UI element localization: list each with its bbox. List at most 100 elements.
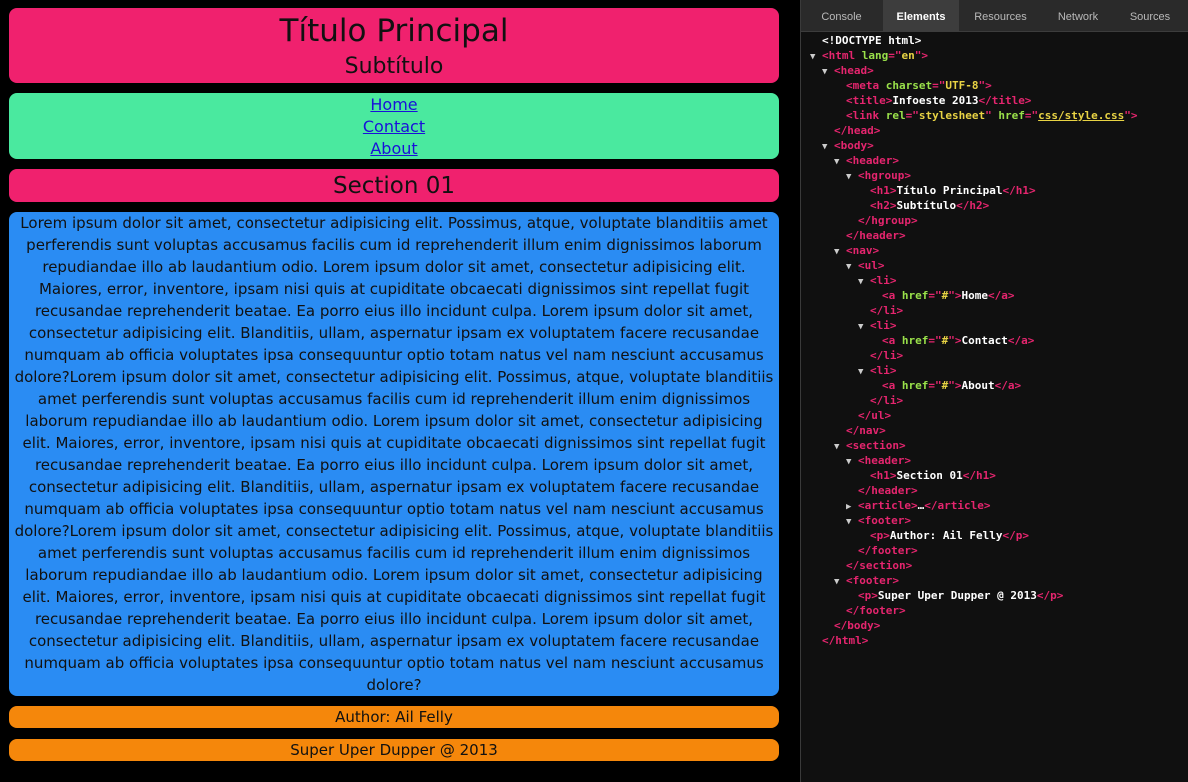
dom-tree-node[interactable]: <meta charset="UTF-8">: [834, 78, 992, 93]
dom-token: href: [998, 109, 1025, 122]
dom-token: <h1>: [870, 184, 897, 197]
tab-network[interactable]: Network: [1041, 0, 1115, 32]
dom-tree-node[interactable]: </html>: [810, 633, 868, 648]
expand-triangle-icon[interactable]: ▼: [858, 320, 870, 335]
dom-token: </hgroup>: [858, 214, 918, 227]
dom-token: ": [985, 109, 999, 122]
expand-triangle-icon[interactable]: ▼: [834, 155, 846, 170]
dom-tree-node[interactable]: ▼ <nav>: [834, 243, 879, 258]
dom-tree-node[interactable]: </footer>: [846, 543, 918, 558]
dom-tree-node[interactable]: <p>Author: Ail Felly</p>: [858, 528, 1029, 543]
section-footer-author: Author: Ail Felly: [9, 706, 779, 728]
dom-tree-node[interactable]: </nav>: [834, 423, 886, 438]
dom-token: <ul>: [858, 259, 885, 272]
dom-token: <h1>: [870, 469, 897, 482]
section-title: Section 01: [9, 169, 779, 202]
dom-tree-node[interactable]: <!DOCTYPE html>: [810, 33, 921, 48]
dom-tree-node[interactable]: <h2>Subtítulo</h2>: [858, 198, 989, 213]
tab-console[interactable]: Console: [801, 0, 882, 32]
dom-tree-node[interactable]: ▼ <footer>: [846, 513, 911, 528]
expand-triangle-icon[interactable]: ▼: [834, 440, 846, 455]
expand-triangle-icon[interactable]: ▼: [846, 515, 858, 530]
expand-triangle-icon[interactable]: ▼: [834, 575, 846, 590]
dom-tree-node[interactable]: ▼ <header>: [834, 153, 899, 168]
dom-token: <p>: [870, 529, 890, 542]
nav-link-about[interactable]: About: [370, 139, 417, 158]
dom-tree-node[interactable]: </ul>: [846, 408, 891, 423]
dom-token: </footer>: [846, 604, 906, 617]
expand-triangle-icon[interactable]: ▼: [858, 275, 870, 290]
nav-link-contact[interactable]: Contact: [363, 117, 425, 136]
dom-tree-node[interactable]: ▼ <html lang="en">: [810, 48, 928, 63]
dom-tree-node[interactable]: <a href="#">Contact</a>: [870, 333, 1034, 348]
expand-triangle-icon[interactable]: ▼: [834, 245, 846, 260]
expand-triangle-icon[interactable]: ▼: [810, 50, 822, 65]
dom-tree-node[interactable]: <link rel="stylesheet" href="css/style.c…: [834, 108, 1137, 123]
nav-link-home[interactable]: Home: [370, 95, 417, 114]
expand-triangle-icon[interactable]: ▼: [822, 65, 834, 80]
dom-tree-node[interactable]: ▼ <head>: [822, 63, 874, 78]
dom-token: css/style.css: [1038, 109, 1125, 122]
dom-token: </ul>: [858, 409, 892, 422]
page-preview: Título Principal Subtítulo Home Contact …: [0, 0, 800, 782]
dom-tree-node[interactable]: ▼ <hgroup>: [846, 168, 911, 183]
dom-tree-node[interactable]: ▼ <footer>: [834, 573, 899, 588]
dom-token: =": [932, 79, 946, 92]
dom-tree-node[interactable]: ▼ <header>: [846, 453, 911, 468]
expand-triangle-icon[interactable]: ▼: [846, 170, 858, 185]
dom-tree-node[interactable]: </li>: [858, 348, 903, 363]
dom-tree-node[interactable]: </footer>: [834, 603, 906, 618]
dom-tree-node[interactable]: ▼ <body>: [822, 138, 874, 153]
dom-tree-node[interactable]: ▼ <li>: [858, 318, 897, 333]
dom-token: Subtítulo: [896, 199, 957, 212]
expand-triangle-icon[interactable]: ▼: [822, 140, 834, 155]
dom-token: Super Uper Dupper @ 2013: [877, 589, 1037, 602]
dom-tree-node[interactable]: </head>: [822, 123, 880, 138]
dom-token: </html>: [822, 634, 869, 647]
tab-sources[interactable]: Sources: [1115, 0, 1185, 32]
dom-tree-node[interactable]: </body>: [822, 618, 880, 633]
dom-tree-node[interactable]: ▼ <ul>: [846, 258, 885, 273]
dom-tree-node[interactable]: </header>: [834, 228, 906, 243]
dom-tree-node[interactable]: </section>: [834, 558, 912, 573]
dom-token: <li>: [870, 274, 897, 287]
tab-resources[interactable]: Resources: [960, 0, 1041, 32]
dom-token: =": [928, 289, 942, 302]
nav-item: Home: [9, 94, 779, 116]
dom-token: <a: [882, 379, 902, 392]
dom-tree-node[interactable]: ▼ <li>: [858, 363, 897, 378]
dom-tree-node[interactable]: </header>: [846, 483, 918, 498]
expand-triangle-icon[interactable]: ▼: [846, 260, 858, 275]
devtools-tab-bar: Console Elements Resources Network Sourc…: [801, 0, 1188, 32]
dom-token: </h1>: [962, 469, 996, 482]
dom-tree-node[interactable]: </hgroup>: [846, 213, 918, 228]
dom-token: =": [1024, 109, 1039, 122]
dom-token: <title>: [846, 94, 893, 107]
dom-tree-node[interactable]: <title>Infoeste 2013</title>: [834, 93, 1031, 108]
dom-token: <section>: [846, 439, 906, 452]
dom-token: <p>: [858, 589, 878, 602]
dom-tree-node[interactable]: <h1>Section 01</h1>: [858, 468, 996, 483]
dom-token: rel: [885, 109, 906, 122]
dom-token: <nav>: [846, 244, 880, 257]
dom-tree-node[interactable]: ▼ <section>: [834, 438, 906, 453]
dom-tree-node[interactable]: </li>: [858, 393, 903, 408]
dom-token: Título Principal: [896, 184, 1003, 197]
expand-triangle-icon[interactable]: ▼: [846, 455, 858, 470]
dom-tree-node[interactable]: <p>Super Uper Dupper @ 2013</p>: [846, 588, 1063, 603]
dom-tree-node[interactable]: <a href="#">About</a>: [870, 378, 1021, 393]
dom-tree-node[interactable]: <h1>Título Principal</h1>: [858, 183, 1036, 198]
dom-tree-node[interactable]: <a href="#">Home</a>: [870, 288, 1015, 303]
dom-token: <li>: [870, 364, 897, 377]
dom-tree-node[interactable]: ▼ <li>: [858, 273, 897, 288]
dom-token: <footer>: [858, 514, 911, 527]
expand-triangle-icon[interactable]: ▼: [858, 365, 870, 380]
dom-token: ">: [1124, 109, 1138, 122]
dom-tree-node[interactable]: </li>: [858, 303, 903, 318]
dom-token: <h2>: [870, 199, 897, 212]
dom-token: </h1>: [1002, 184, 1036, 197]
devtools-panel: Console Elements Resources Network Sourc…: [800, 0, 1188, 782]
tab-elements[interactable]: Elements: [883, 0, 959, 32]
dom-token: Contact: [961, 334, 1008, 347]
dom-tree-node[interactable]: ▶ <article>…</article>: [846, 498, 990, 513]
